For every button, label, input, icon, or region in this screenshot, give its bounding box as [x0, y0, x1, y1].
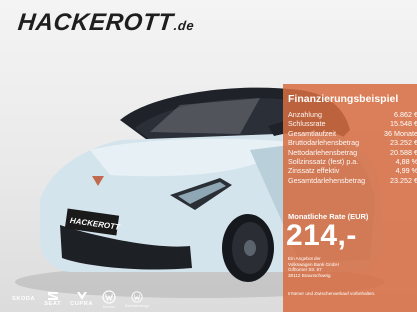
brand-vw-commercial[interactable]: Nutzfahrzeuge: [125, 290, 150, 308]
brand-cupra[interactable]: CUPRA: [70, 291, 93, 307]
finance-row-term: Gesamtlaufzeit 36 Monate: [288, 129, 417, 138]
finance-rows: Anzahlung 6.862 € Schlussrate 15.548 € G…: [288, 110, 417, 185]
footnote: Irrtümer und Zwischenverkauf vorbehalten…: [288, 291, 376, 296]
finance-row-nominal-rate: Sollzinssatz (fest) p.a. 4,88 %: [288, 157, 417, 166]
finance-row-label: Gesamtdarlehensbetrag: [288, 175, 366, 185]
finance-row-gross-loan: Bruttodarlehensbetrag 23.252 €: [288, 138, 417, 147]
finance-row-final-rate: Schlussrate 15.548 €: [288, 119, 417, 128]
finance-row-value: 23.252 €: [390, 138, 417, 148]
finance-row-value: 36 Monate: [384, 128, 417, 138]
finance-title: Finanzierungsbeispiel: [288, 93, 399, 105]
brand-sub: Service: [102, 304, 116, 309]
finance-row-downpayment: Anzahlung 6.862 €: [288, 110, 417, 119]
finance-row-label: Zinssatz effektiv: [288, 166, 340, 176]
finance-row-label: Nettodarlehensbetrag: [288, 147, 358, 157]
seat-s-icon: [47, 292, 58, 300]
finance-row-value: 15.548 €: [390, 119, 417, 129]
brand-sub: Nutzfahrzeuge: [125, 303, 150, 308]
finance-row-label: Gesamtlaufzeit: [288, 128, 336, 138]
dealer-logo[interactable]: HACKEROTT.de: [17, 9, 196, 37]
dealer-logo-tld: .de: [173, 18, 195, 33]
finance-row-total-loan: Gesamtdarlehensbetrag 23.252 €: [288, 176, 417, 185]
brand-name: SEAT: [44, 301, 62, 307]
finance-row-label: Anzahlung: [288, 110, 322, 119]
finance-panel: Finanzierungsbeispiel Anzahlung 6.862 € …: [283, 84, 417, 312]
finance-row-label: Sollzinssatz (fest) p.a.: [288, 156, 359, 166]
monthly-rate-value: 214,-: [286, 219, 357, 252]
finance-row-label: Schlussrate: [288, 119, 326, 129]
vw-commercial-icon: [131, 290, 143, 303]
finance-row-value: 20.588 €: [390, 147, 417, 157]
finance-row-value: 4,99 %: [395, 166, 417, 176]
offer-line: 38112 Braunschweig: [288, 272, 331, 278]
brand-vw-service[interactable]: Service: [102, 289, 116, 309]
finance-row-net-loan: Nettodarlehensbetrag 20.588 €: [288, 148, 417, 157]
ad-stage: HACKEROTT HACKEROTT.de Finanzierungsbeis…: [0, 0, 417, 312]
brand-name: CUPRA: [70, 301, 93, 307]
brand-seat[interactable]: SEAT: [44, 291, 61, 307]
finance-row-value: 4,88 %: [395, 156, 417, 166]
finance-row-value: 23.252 €: [390, 175, 417, 185]
finance-row-label: Bruttodarlehensbetrag: [288, 138, 360, 148]
cupra-icon: [76, 292, 87, 300]
dealer-logo-text: HACKEROTT: [16, 9, 175, 36]
brand-strip: SKODA SEAT CUPRA Service Nutzfahrzeuge: [12, 289, 150, 309]
offer-address: Ein Angebot der Volkswagen Bank GmbH Gif…: [288, 256, 368, 278]
skoda-wordmark: SKODA: [12, 296, 36, 302]
finance-row-value: 6.862 €: [394, 110, 417, 119]
finance-row-effective-rate: Zinssatz effektiv 4,99 %: [288, 166, 417, 175]
vw-icon: [102, 289, 116, 304]
brand-skoda[interactable]: SKODA: [12, 296, 35, 302]
